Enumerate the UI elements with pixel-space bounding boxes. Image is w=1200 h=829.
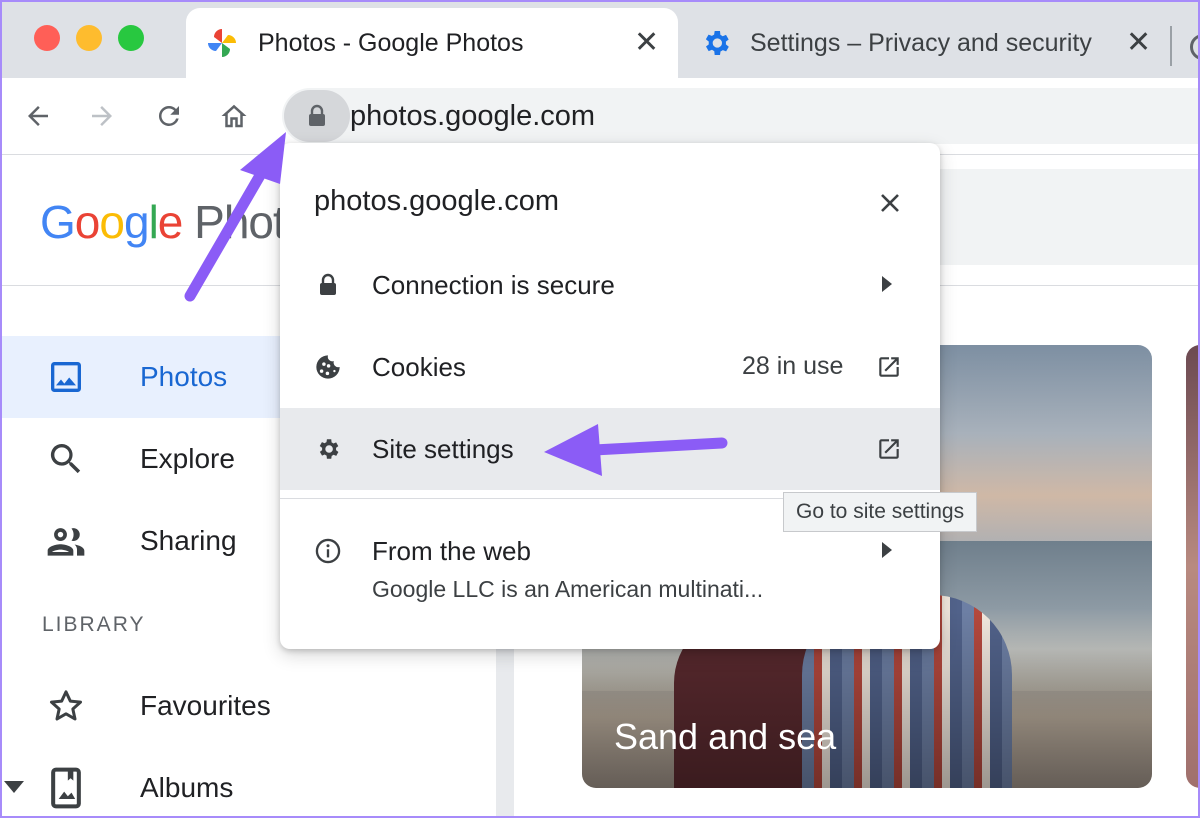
cookies-count: 28 in use <box>742 352 844 380</box>
connection-row[interactable]: Connection is secure <box>280 244 940 326</box>
library-section-label: LIBRARY <box>42 613 146 636</box>
site-info-popup: photos.google.com Connection is secure C… <box>280 143 940 649</box>
open-in-new-icon <box>876 354 902 380</box>
tab-title: Photos - Google Photos <box>258 28 524 57</box>
window-minimize-button[interactable] <box>76 25 102 51</box>
chevron-right-icon <box>882 276 892 292</box>
nav-label: Favourites <box>140 690 271 721</box>
info-icon <box>314 537 342 565</box>
row-label: Connection is secure <box>372 270 615 300</box>
home-button[interactable] <box>214 96 254 136</box>
row-label: From the web <box>372 536 531 566</box>
lock-icon <box>309 104 325 126</box>
nav-label: Explore <box>140 443 235 474</box>
popup-title: photos.google.com <box>314 185 560 217</box>
next-memory-card[interactable] <box>1186 345 1200 788</box>
cookie-icon <box>314 353 342 381</box>
memory-caption: Sand and sea <box>614 716 837 757</box>
gear-icon <box>700 27 732 59</box>
tab-title: Settings – Privacy and security <box>750 28 1092 57</box>
album-icon <box>44 766 88 810</box>
reload-button[interactable] <box>149 96 189 136</box>
row-label: Cookies <box>372 352 466 382</box>
tab-settings[interactable]: Settings – Privacy and security ✕ <box>690 8 1168 78</box>
close-tab-icon[interactable]: ✕ <box>634 28 659 58</box>
back-arrow-icon <box>28 106 48 126</box>
site-settings-row[interactable]: Site settings <box>280 408 940 490</box>
forward-button[interactable] <box>82 96 122 136</box>
google-photos-logo[interactable]: Google Photo <box>40 195 310 249</box>
gear-icon <box>314 435 342 463</box>
open-in-new-icon <box>876 436 902 462</box>
forward-arrow-icon <box>92 106 112 126</box>
content-scroll-divider <box>496 645 514 818</box>
window-zoom-button[interactable] <box>118 25 144 51</box>
nav-item-albums[interactable]: Albums <box>0 747 490 829</box>
star-icon <box>44 684 88 728</box>
nav-label: Photos <box>140 361 228 392</box>
tab-strip: Photos - Google Photos ✕ Settings – Priv… <box>0 0 1200 78</box>
row-description: Google LLC is an American multinati... <box>372 576 764 602</box>
back-button[interactable] <box>18 96 58 136</box>
window-close-button[interactable] <box>34 25 60 51</box>
close-icon[interactable] <box>874 187 906 219</box>
search-icon <box>44 437 88 481</box>
chevron-right-icon <box>882 542 892 558</box>
nav-label: Sharing <box>140 525 237 556</box>
nav-label: Albums <box>140 772 234 803</box>
google-photos-pinwheel-icon <box>206 27 238 59</box>
people-icon <box>44 519 88 563</box>
reload-icon <box>158 105 179 126</box>
home-icon <box>221 104 247 128</box>
search-bar[interactable] <box>936 169 1200 265</box>
lock-icon <box>314 271 342 299</box>
url-text[interactable]: photos.google.com <box>350 100 595 133</box>
next-tab-icon[interactable] <box>1190 34 1200 60</box>
tab-divider <box>1170 26 1172 66</box>
photo-icon <box>44 355 88 399</box>
close-tab-icon[interactable]: ✕ <box>1126 28 1151 58</box>
site-info-button[interactable] <box>284 90 350 142</box>
nav-item-favourites[interactable]: Favourites <box>0 665 490 747</box>
tooltip: Go to site settings <box>783 492 978 532</box>
row-label: Site settings <box>372 434 514 464</box>
tab-google-photos[interactable]: Photos - Google Photos ✕ <box>186 8 678 78</box>
cookies-row[interactable]: Cookies 28 in use <box>280 326 940 408</box>
